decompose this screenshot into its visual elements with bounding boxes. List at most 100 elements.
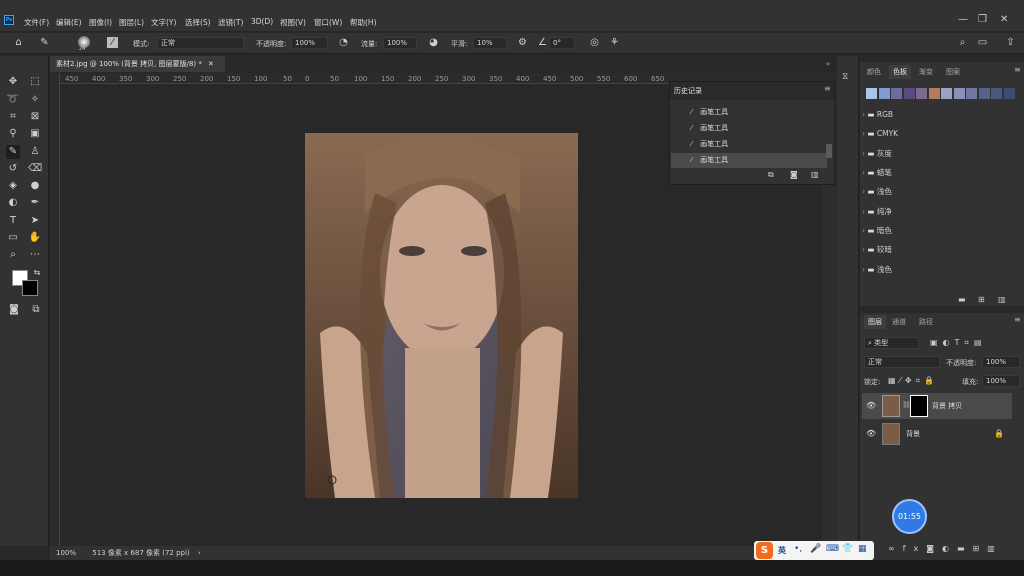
- swatch-chip[interactable]: [903, 88, 915, 99]
- pressure-size-icon[interactable]: ◎: [588, 36, 601, 49]
- stamp-tool-icon[interactable]: ♙: [28, 145, 42, 159]
- menu-view[interactable]: 视图(V): [280, 17, 306, 28]
- status-chevron-icon[interactable]: ›: [198, 549, 201, 557]
- collapse-panels-icon[interactable]: «: [826, 60, 830, 68]
- layer-filter-icons[interactable]: ▣◐T⌗▤: [930, 338, 987, 348]
- blend-mode-select[interactable]: 正常: [864, 356, 940, 368]
- menu-filter[interactable]: 滤镜(T): [218, 17, 243, 28]
- panel-menu-icon[interactable]: ≡: [1014, 65, 1021, 74]
- document-tab[interactable]: 素材2.jpg @ 100% (背景 拷贝, 图层蒙版/8) * ✕: [50, 56, 225, 72]
- menu-3d[interactable]: 3D(D): [251, 17, 273, 26]
- swatch-chip[interactable]: [941, 88, 952, 99]
- snapshot-icon[interactable]: ⧉: [768, 170, 774, 180]
- swatch-chip[interactable]: [928, 88, 940, 99]
- airbrush-icon[interactable]: ◕: [427, 36, 440, 49]
- swap-colors-icon[interactable]: ⇆: [30, 266, 44, 280]
- swatch-folder[interactable]: › ▬ 蜡笔: [862, 164, 1022, 182]
- trash-icon[interactable]: ▥: [998, 295, 1006, 304]
- layer-row[interactable]: 👁 背景 🔒: [862, 421, 1012, 447]
- magic-wand-tool-icon[interactable]: ✧: [28, 93, 42, 107]
- camera-icon[interactable]: ◙: [790, 170, 798, 179]
- marquee-tool-icon[interactable]: ⬚: [28, 75, 42, 89]
- swatch-chip[interactable]: [866, 88, 877, 99]
- panel-menu-icon[interactable]: ≡: [1014, 315, 1021, 324]
- swatch-chip[interactable]: [878, 88, 890, 99]
- opacity-input[interactable]: 100%: [291, 37, 328, 49]
- layer-opacity-input[interactable]: 100%: [982, 356, 1020, 368]
- move-tool-icon[interactable]: ✥: [6, 75, 20, 89]
- ime-language[interactable]: 英: [778, 545, 786, 556]
- swatch-folder[interactable]: › ▬ 浅色: [862, 261, 1022, 279]
- healing-tool-icon[interactable]: ▣: [28, 127, 42, 141]
- frame-tool-icon[interactable]: ⊠: [28, 110, 42, 124]
- history-title[interactable]: 历史记录: [674, 86, 702, 96]
- search-icon[interactable]: ⌕: [956, 36, 969, 49]
- history-brush-tool-icon[interactable]: ↺: [6, 162, 20, 176]
- history-item-selected[interactable]: ⁄ 画笔工具: [671, 153, 827, 168]
- microphone-icon[interactable]: 🎤: [810, 544, 821, 554]
- layer-name[interactable]: 背景: [906, 429, 920, 439]
- background-color-swatch[interactable]: [22, 280, 38, 296]
- layer-name[interactable]: 背景 拷贝: [932, 401, 962, 411]
- menu-help[interactable]: 帮助(H): [350, 17, 377, 28]
- eye-icon[interactable]: 👁: [866, 429, 876, 438]
- share-icon[interactable]: ⇪: [1004, 36, 1017, 49]
- hand-tool-icon[interactable]: ✋: [28, 231, 42, 245]
- zoom-tool-icon[interactable]: ⌕: [6, 248, 20, 262]
- lasso-tool-icon[interactable]: ➰: [6, 93, 20, 107]
- panel-menu-icon[interactable]: ≡: [824, 84, 831, 93]
- history-scrollbar[interactable]: [826, 144, 832, 158]
- gear-icon[interactable]: ⚙: [516, 36, 529, 49]
- toolbox-icon[interactable]: ▦: [858, 544, 867, 554]
- layer-actions[interactable]: ∞fx◙◐▬⊞▥: [888, 544, 1003, 553]
- layer-row-selected[interactable]: 👁 ⛓ 背景 拷贝: [862, 393, 1012, 419]
- path-selection-tool-icon[interactable]: ➤: [28, 214, 42, 228]
- more-tools-icon[interactable]: ⋯: [28, 248, 42, 262]
- history-item[interactable]: ⁄ 画笔工具: [671, 121, 827, 136]
- close-icon[interactable]: ✕: [1000, 14, 1008, 25]
- swatch-chip[interactable]: [891, 88, 902, 99]
- blur-tool-icon[interactable]: ●: [28, 179, 42, 193]
- close-tab-icon[interactable]: ✕: [208, 60, 214, 68]
- swatch-chip[interactable]: [978, 88, 990, 99]
- swatch-chip[interactable]: [1003, 88, 1015, 99]
- swatch-folder[interactable]: › ▬ 纯净: [862, 203, 1022, 221]
- history-item[interactable]: ⁄ 画笔工具: [671, 137, 827, 152]
- swatch-folder[interactable]: › ▬ CMYK: [862, 125, 1022, 143]
- menu-layer[interactable]: 图层(L): [119, 17, 144, 28]
- workspace-icon[interactable]: ▭: [976, 36, 989, 49]
- keyboard-icon[interactable]: ⌨: [826, 544, 839, 554]
- swatch-chip[interactable]: [966, 88, 977, 99]
- recording-timer[interactable]: 01:55: [892, 499, 927, 534]
- layer-filter-select[interactable]: ⌕ 类型: [864, 337, 919, 349]
- tab-channels[interactable]: 通道: [892, 317, 906, 327]
- tab-swatches[interactable]: 色板: [889, 65, 911, 79]
- crop-tool-icon[interactable]: ⌗: [6, 110, 20, 124]
- screen-mode-icon[interactable]: ⧉: [29, 303, 43, 317]
- type-tool-icon[interactable]: T: [6, 214, 20, 228]
- brush-settings-icon[interactable]: ⁄: [107, 37, 118, 48]
- symmetry-icon[interactable]: ⚘: [608, 36, 621, 49]
- swatch-chip[interactable]: [953, 88, 965, 99]
- restore-icon[interactable]: ❐: [978, 14, 987, 25]
- rectangle-tool-icon[interactable]: ▭: [6, 231, 20, 245]
- swatch-folder[interactable]: › ▬ 浅色: [862, 183, 1022, 201]
- lock-icons[interactable]: ▦⁄✥⌗🔒: [888, 376, 938, 386]
- eraser-tool-icon[interactable]: ⌫: [28, 162, 42, 176]
- trash-icon[interactable]: ▥: [811, 170, 819, 179]
- history-panel-icon[interactable]: ⧖: [842, 72, 848, 82]
- swatch-chip[interactable]: [916, 88, 927, 99]
- flow-input[interactable]: 100%: [383, 37, 417, 49]
- skin-icon[interactable]: 👕: [842, 544, 853, 554]
- fill-input[interactable]: 100%: [982, 375, 1020, 387]
- smoothing-input[interactable]: 10%: [473, 37, 507, 49]
- punctuation-icon[interactable]: •,: [794, 544, 802, 554]
- history-item[interactable]: ⁄ 画笔工具: [671, 105, 827, 120]
- pen-tool-icon[interactable]: ✒: [28, 196, 42, 210]
- new-folder-icon[interactable]: ▬: [958, 295, 966, 304]
- swatch-chip[interactable]: [991, 88, 1002, 99]
- tab-paths[interactable]: 路径: [919, 317, 933, 327]
- eyedropper-tool-icon[interactable]: ⚲: [6, 127, 20, 141]
- tab-color[interactable]: 颜色: [867, 67, 881, 77]
- tab-gradients[interactable]: 渐变: [919, 67, 933, 77]
